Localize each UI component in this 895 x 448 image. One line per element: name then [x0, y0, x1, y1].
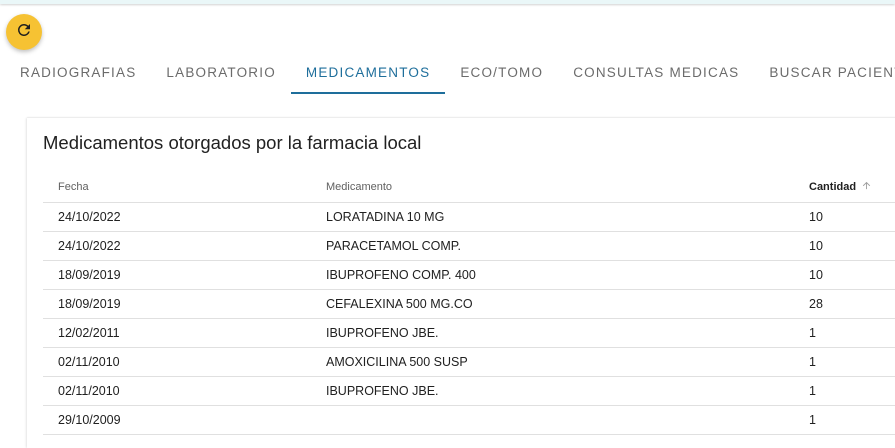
cell-cantidad: 10 [809, 210, 823, 224]
cell-cantidad: 1 [809, 384, 816, 398]
table-header: Fecha Medicamento Cantidad [43, 172, 895, 203]
cell-fecha: 02/11/2010 [58, 384, 120, 398]
tab-medicamentos[interactable]: MEDICAMENTOS [290, 56, 446, 94]
column-header-cantidad-label: Cantidad [809, 180, 857, 193]
cell-medicamento: IBUPROFENO JBE. [326, 384, 439, 398]
table-row[interactable]: 02/11/2010 AMOXICILINA 500 SUSP 1 [43, 348, 895, 377]
table-row[interactable]: 18/09/2019 IBUPROFENO COMP. 400 10 [43, 261, 895, 290]
cell-cantidad: 1 [809, 355, 816, 369]
cell-medicamento: PARACETAMOL COMP. [326, 239, 461, 253]
cell-medicamento: AMOXICILINA 500 SUSP [326, 355, 468, 369]
column-header-cantidad[interactable]: Cantidad [795, 180, 895, 194]
cell-fecha: 02/11/2010 [58, 355, 120, 369]
column-header-medicamento[interactable]: Medicamento [312, 181, 795, 193]
cell-cantidad: 10 [809, 239, 823, 253]
medications-panel: Medicamentos otorgados por la farmacia l… [27, 118, 895, 448]
cell-fecha: 24/10/2022 [58, 210, 121, 224]
tab-buscar-paciente[interactable]: BUSCAR PACIENTE [754, 56, 895, 94]
cell-fecha: 18/09/2019 [58, 297, 121, 311]
tab-laboratorio[interactable]: LABORATORIO [151, 56, 290, 94]
tab-radiografias[interactable]: RADIOGRAFIAS [5, 56, 151, 94]
panel-title: Medicamentos otorgados por la farmacia l… [43, 132, 422, 153]
cell-cantidad: 28 [809, 297, 823, 311]
table-row[interactable]: 02/11/2010 IBUPROFENO JBE. 1 [43, 377, 895, 406]
cell-cantidad: 10 [809, 268, 823, 282]
table-row[interactable]: 29/10/2009 1 [43, 406, 895, 435]
table-body: 24/10/2022 LORATADINA 10 MG 10 24/10/2022 PA… [43, 203, 895, 435]
column-header-fecha[interactable]: Fecha [43, 181, 312, 193]
refresh-button[interactable] [6, 14, 42, 50]
tab-eco-tomo[interactable]: ECO/TOMO [445, 56, 558, 94]
cell-cantidad: 1 [809, 326, 816, 340]
cell-medicamento: CEFALEXINA 500 MG.CO [326, 297, 473, 311]
tab-bar: RADIOGRAFIAS LABORATORIO MEDICAMENTOS EC… [5, 56, 895, 94]
cell-cantidad: 1 [809, 413, 816, 427]
cell-fecha: 24/10/2022 [58, 239, 121, 253]
table-row[interactable]: 24/10/2022 LORATADINA 10 MG 10 [43, 203, 895, 232]
cell-fecha: 29/10/2009 [58, 413, 121, 427]
cell-medicamento: IBUPROFENO COMP. 400 [326, 268, 476, 282]
cell-fecha: 12/02/2011 [58, 326, 120, 340]
top-toolbar-edge [0, 0, 895, 4]
cell-fecha: 18/09/2019 [58, 268, 121, 282]
cell-medicamento: IBUPROFENO JBE. [326, 326, 439, 340]
table-row[interactable]: 24/10/2022 PARACETAMOL COMP. 10 [43, 232, 895, 261]
table-row[interactable]: 12/02/2011 IBUPROFENO JBE. 1 [43, 319, 895, 348]
medications-table: Fecha Medicamento Cantidad 24/10/2022 LOR… [43, 172, 895, 435]
table-row[interactable]: 18/09/2019 CEFALEXINA 500 MG.CO 28 [43, 290, 895, 319]
tab-consultas-medicas[interactable]: CONSULTAS MEDICAS [558, 56, 754, 94]
refresh-icon [15, 21, 33, 44]
arrow-up-icon[interactable] [861, 180, 872, 194]
cell-medicamento: LORATADINA 10 MG [326, 210, 445, 224]
